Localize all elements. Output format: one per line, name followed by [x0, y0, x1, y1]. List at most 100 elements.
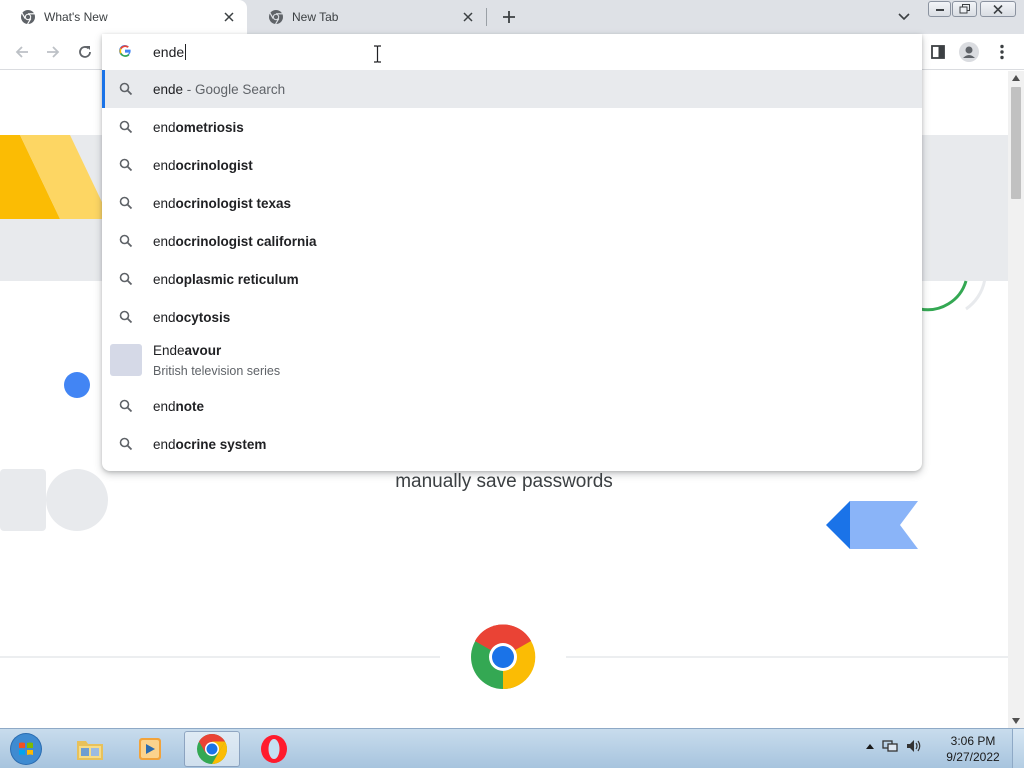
suggestion-completion: avour	[184, 343, 222, 358]
chrome-logo	[471, 624, 536, 690]
clock-date: 9/27/2022	[946, 750, 1000, 764]
suggestion-item[interactable]: endometriosis	[102, 108, 922, 146]
suggestion-item[interactable]: endocrinologist california	[102, 222, 922, 260]
suggestion-completion: ocrinologist texas	[175, 195, 292, 211]
chrome-icon	[269, 10, 283, 25]
address-bar[interactable]: ende	[102, 34, 922, 70]
address-input-value: ende	[153, 44, 185, 60]
search-icon	[119, 158, 133, 172]
taskbar: 3:06 PM 9/27/2022	[0, 728, 1024, 768]
close-tab-icon[interactable]	[460, 9, 476, 25]
suggestion-prefix: end	[153, 436, 176, 452]
suggestion-item[interactable]: ende - Google Search	[102, 70, 922, 108]
profile-button[interactable]	[957, 40, 981, 64]
text-caret	[185, 44, 187, 60]
suggestion-completion: ocytosis	[175, 309, 231, 325]
show-desktop-button[interactable]	[1012, 729, 1024, 768]
suggestion-prefix: Ende	[153, 343, 185, 358]
search-icon	[119, 234, 133, 248]
tab-new-tab[interactable]: New Tab	[248, 0, 486, 34]
search-icon	[119, 437, 133, 451]
suggestion-completion: ocrine system	[175, 436, 267, 452]
suggestion-completion: oplasmic reticulum	[175, 271, 299, 287]
suggestion-completion: note	[175, 398, 205, 414]
start-button[interactable]	[6, 731, 46, 767]
search-icon	[119, 272, 133, 286]
suggestion-prefix: end	[153, 119, 176, 135]
menu-button[interactable]	[990, 40, 1014, 64]
network-icon[interactable]	[882, 739, 898, 753]
suggestion-prefix: end	[153, 157, 176, 173]
close-tab-icon[interactable]	[221, 9, 237, 25]
reload-button[interactable]	[73, 40, 97, 64]
search-icon	[119, 120, 133, 134]
suggestion-prefix: end	[153, 195, 176, 211]
page-headline: manually save passwords	[395, 471, 613, 492]
system-tray	[866, 739, 922, 753]
tab-title: What's New	[44, 10, 108, 24]
chrome-icon	[197, 734, 228, 764]
suggestion-completion: ometriosis	[175, 119, 244, 135]
new-tab-button[interactable]	[497, 5, 521, 29]
suggestion-item[interactable]: endoplasmic reticulum	[102, 260, 922, 298]
search-icon	[119, 399, 133, 413]
suggestion-item[interactable]: endocrinologist texas	[102, 184, 922, 222]
side-panel-button[interactable]	[926, 40, 950, 64]
chevron-up-icon[interactable]	[866, 743, 874, 749]
search-icon	[119, 196, 133, 210]
chevron-down-icon	[898, 13, 910, 21]
suggestion-prefix: end	[153, 233, 176, 249]
forward-button[interactable]	[41, 40, 65, 64]
side-panel-icon	[931, 45, 945, 59]
scroll-down-icon[interactable]	[1012, 718, 1020, 724]
tab-search-button[interactable]	[894, 7, 914, 27]
omnibox-dropdown: ende ende - Google Search endometriosis …	[102, 34, 922, 471]
taskbar-explorer[interactable]	[62, 731, 118, 767]
media-player-icon	[139, 738, 161, 760]
suggestion-list: ende - Google Search endometriosis endoc…	[102, 70, 922, 463]
arrow-forward-icon	[47, 46, 60, 58]
taskbar-clock[interactable]: 3:06 PM 9/27/2022	[940, 733, 1006, 765]
suggestion-prefix: end	[153, 398, 176, 414]
restore-button[interactable]	[952, 1, 977, 17]
search-icon	[119, 82, 133, 96]
suggestion-item[interactable]: endocrinologist	[102, 146, 922, 184]
suggestion-prefix: ende	[153, 81, 184, 97]
clock-time: 3:06 PM	[950, 734, 996, 748]
back-button[interactable]	[10, 40, 34, 64]
suggestion-completion: ocrinologist	[175, 157, 253, 173]
tab-strip: What's New New Tab	[0, 0, 1024, 34]
volume-icon[interactable]	[906, 739, 922, 753]
ibeam-cursor-icon	[374, 45, 381, 63]
minimize-button[interactable]	[928, 1, 951, 17]
entity-subtitle: British television series	[153, 364, 281, 378]
scroll-thumb[interactable]	[1011, 87, 1021, 199]
tab-separator	[486, 8, 487, 26]
entity-thumbnail	[110, 344, 142, 376]
scroll-up-icon[interactable]	[1012, 75, 1020, 81]
suggestion-prefix: end	[153, 309, 176, 325]
tab-title: New Tab	[292, 10, 339, 24]
plus-icon	[503, 11, 515, 23]
opera-icon	[261, 735, 287, 763]
close-icon	[993, 4, 1003, 14]
taskbar-chrome[interactable]	[184, 731, 240, 767]
tab-whats-new[interactable]: What's New	[0, 0, 247, 34]
suggestion-item[interactable]: endocrine system	[102, 425, 922, 463]
arrow-back-icon	[15, 46, 28, 58]
reload-icon	[79, 46, 91, 58]
suggestion-item[interactable]: endocytosis	[102, 298, 922, 336]
suggestion-entity[interactable]: Endeavour British television series	[102, 336, 922, 387]
taskbar-media-player[interactable]	[122, 731, 178, 767]
page-scrollbar[interactable]	[1008, 71, 1024, 728]
more-vert-icon	[1000, 44, 1004, 60]
suggestion-completion: ocrinologist california	[175, 233, 317, 249]
address-input[interactable]: ende	[153, 44, 187, 60]
google-g-icon	[119, 45, 131, 57]
taskbar-opera[interactable]	[246, 731, 302, 767]
close-window-button[interactable]	[980, 1, 1016, 17]
windows-orb-icon	[10, 733, 42, 765]
folder-icon	[77, 741, 103, 760]
suggestion-hint: - Google Search	[183, 81, 286, 97]
suggestion-item[interactable]: endnote	[102, 387, 922, 425]
